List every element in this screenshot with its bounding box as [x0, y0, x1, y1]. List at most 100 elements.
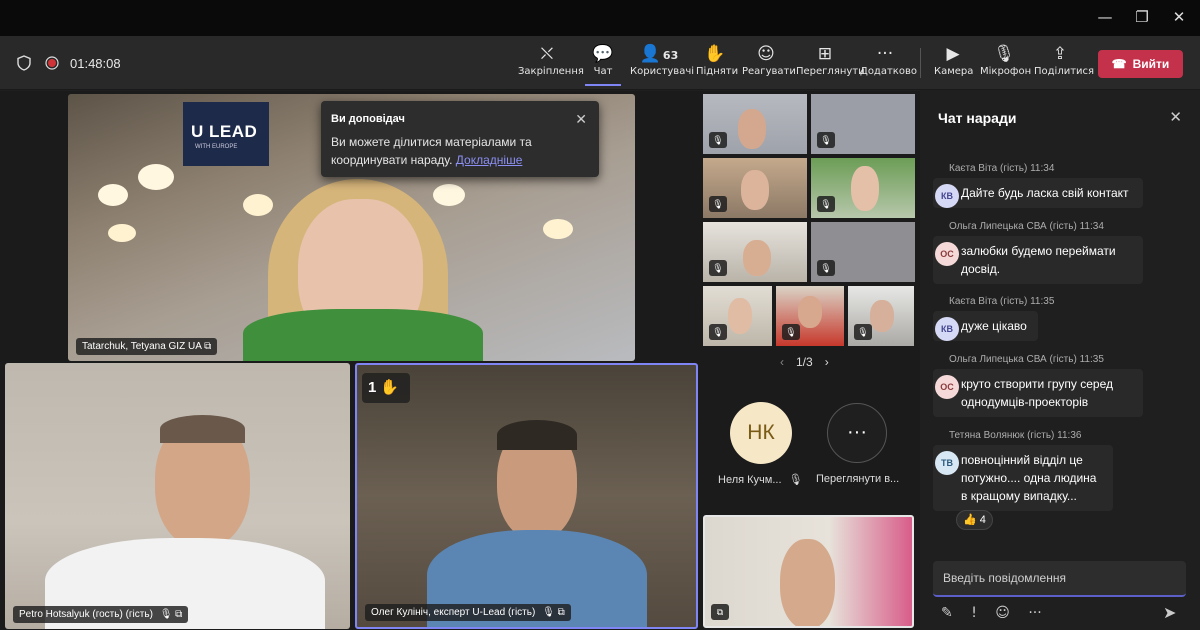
participant-avatar-label: Неля Кучм... 🎙: [718, 473, 803, 486]
microphone-button[interactable]: 🎙 Мікрофон: [980, 42, 1032, 86]
message-time: 11:35: [1030, 296, 1055, 307]
raise-hand-button[interactable]: ✋ Підняти: [696, 42, 738, 86]
compose-toolbar: ✎ ! ☺ ···: [941, 605, 1042, 621]
message-time: 11:36: [1057, 430, 1082, 441]
learn-more-link[interactable]: Докладніше: [456, 153, 523, 167]
share-button[interactable]: ⇪ Поділитися: [1034, 42, 1094, 86]
self-view-video[interactable]: ⧉: [703, 515, 914, 628]
raise-hand-icon: ✋: [380, 379, 400, 396]
mic-off-icon: 🎙: [159, 609, 173, 620]
more-actions-button[interactable]: ··· Додатково: [860, 42, 917, 86]
participant-thumbnail[interactable]: 🎙: [703, 222, 807, 282]
reaction-count: 4: [979, 514, 986, 526]
phone-hangup-icon: ☎: [1111, 57, 1127, 71]
microphone-label: Мікрофон: [980, 66, 1032, 77]
window-title-bar: — ❐ ✕: [0, 0, 1200, 36]
message-compose-box[interactable]: Введіть повідомлення: [933, 561, 1186, 597]
tooltip-close-icon[interactable]: ✕: [575, 111, 587, 128]
participant-name-tag: Petro Hotsalyuk (гость) (гість) 🎙 ⧉: [13, 606, 189, 623]
mic-off-icon: 🎙: [817, 196, 835, 212]
message-text: Дайте будь ласка свій контакт: [961, 186, 1129, 200]
ceiling-lamp: [108, 224, 136, 242]
participant-count: 63: [662, 49, 679, 62]
presenter-name-tag: Tatarchuk, Tetyana GIZ UA ⧉: [76, 338, 218, 355]
emoji-icon[interactable]: ☺: [995, 605, 1010, 621]
camera-button[interactable]: ▶ Камера: [934, 42, 974, 86]
react-button[interactable]: ☺ Реагувати: [742, 42, 796, 86]
restore-button[interactable]: ❐: [1127, 6, 1157, 28]
close-chat-icon[interactable]: ✕: [1169, 108, 1182, 126]
ulead-logo: U LEAD WITH EUROPE: [183, 102, 269, 166]
author-avatar: ОС: [935, 242, 959, 266]
screen-share-icon: ⧉: [204, 341, 212, 352]
participant-hair: [497, 420, 577, 450]
pin-button[interactable]: ⛌ Закріплення: [518, 42, 584, 86]
more-icon: ···: [847, 421, 867, 443]
view-all-label[interactable]: Переглянути в...: [816, 473, 899, 485]
ceiling-lamp: [98, 184, 128, 206]
message-author: Каєта Віта (гість): [949, 163, 1028, 174]
message-text: повноцінний відділ це потужно.... одна л…: [961, 453, 1097, 503]
more-options-icon[interactable]: ···: [1028, 605, 1041, 621]
participant-hair: [160, 415, 245, 443]
people-icon: 👤: [639, 44, 661, 64]
view-icon: ⊞: [817, 44, 833, 64]
author-avatar: ТВ: [935, 451, 959, 475]
participant-video-petro[interactable]: Petro Hotsalyuk (гость) (гість) 🎙 ⧉: [5, 363, 350, 629]
react-label: Реагувати: [742, 66, 796, 77]
message-author: Ольга Липецька СВА (гість): [949, 354, 1077, 365]
ceiling-lamp: [243, 194, 273, 216]
screen-share-icon: ⧉: [711, 604, 729, 620]
participant-thumbnail[interactable]: 🎙: [811, 94, 915, 154]
message-author: Тетяна Волянюк (гість): [949, 430, 1055, 441]
leave-button[interactable]: ☎ Вийти: [1098, 50, 1183, 78]
reaction-pill[interactable]: 👍 4: [956, 510, 993, 530]
mic-off-icon: 🎙: [854, 324, 872, 340]
participant-avatar[interactable]: НК: [730, 402, 792, 464]
people-label: Користувачі: [630, 66, 695, 77]
prev-page-icon[interactable]: ‹: [780, 355, 784, 369]
chat-message: Тетяна Волянюк (гість) 11:36 ТВ повноцінн…: [933, 430, 1143, 511]
format-icon[interactable]: ✎: [941, 605, 953, 621]
ceiling-lamp: [433, 184, 465, 206]
mic-off-icon: 🎙: [782, 324, 800, 340]
shield-icon[interactable]: [17, 55, 31, 71]
screen-share-icon: ⧉: [557, 607, 565, 618]
participant-thumbnail[interactable]: 🎙: [811, 222, 915, 282]
participant-thumbnail[interactable]: 🎙: [703, 94, 807, 154]
participant-thumbnail[interactable]: 🎙: [848, 286, 914, 346]
pin-off-icon: ⛌: [540, 44, 554, 64]
close-window-button[interactable]: ✕: [1164, 6, 1194, 28]
mic-off-icon: 🎙: [709, 132, 727, 148]
ceiling-lamp: [543, 219, 573, 239]
raised-hand-badge: 1 ✋: [362, 373, 410, 403]
participant-thumbnail[interactable]: 🎙: [703, 158, 807, 218]
camera-label: Камера: [934, 66, 974, 77]
participant-thumbnail[interactable]: 🎙: [811, 158, 915, 218]
attach-icon[interactable]: !: [971, 605, 977, 621]
message-text: залюбки будемо переймати досвід.: [961, 244, 1116, 276]
mic-off-icon: 🎙: [542, 607, 555, 618]
presenter-tooltip: Ви доповідач Ви можете ділитися матеріал…: [321, 101, 599, 177]
ulead-logo-text: U LEAD: [191, 122, 258, 141]
participant-video-oleg[interactable]: 1 ✋ Олег Кулініч, експерт U-Lead (гість) …: [355, 363, 698, 629]
chat-message: Каєта Віта (гість) 11:34 КВ Дайте будь ла…: [933, 163, 1143, 208]
minimize-button[interactable]: —: [1090, 6, 1120, 28]
chat-button[interactable]: 💬 Чат: [585, 42, 621, 86]
people-button[interactable]: 👤 63 Користувачі: [630, 42, 695, 86]
next-page-icon[interactable]: ›: [825, 355, 829, 369]
pin-label: Закріплення: [518, 66, 584, 77]
view-button[interactable]: ⊞ Переглянути: [796, 42, 865, 86]
message-time: 11:35: [1079, 354, 1104, 365]
participant-thumbnail[interactable]: 🎙: [776, 286, 844, 346]
toolbar-divider: [920, 48, 921, 78]
more-participants-button[interactable]: ···: [827, 403, 887, 463]
chat-icon: 💬: [592, 44, 614, 64]
video-stage: U LEAD WITH EUROPE Tatarchuk, Tetyana GI…: [0, 91, 920, 630]
microphone-icon: 🎙: [993, 44, 1015, 64]
participant-thumbnail[interactable]: 🎙: [703, 286, 772, 346]
message-author: Каєта Віта (гість): [949, 296, 1028, 307]
send-icon[interactable]: ➤: [1163, 603, 1176, 623]
meeting-toolbar: 01:48:08 ⛌ Закріплення 💬 Чат 👤 63 Користу…: [0, 36, 1200, 90]
react-icon: ☺: [757, 44, 775, 64]
